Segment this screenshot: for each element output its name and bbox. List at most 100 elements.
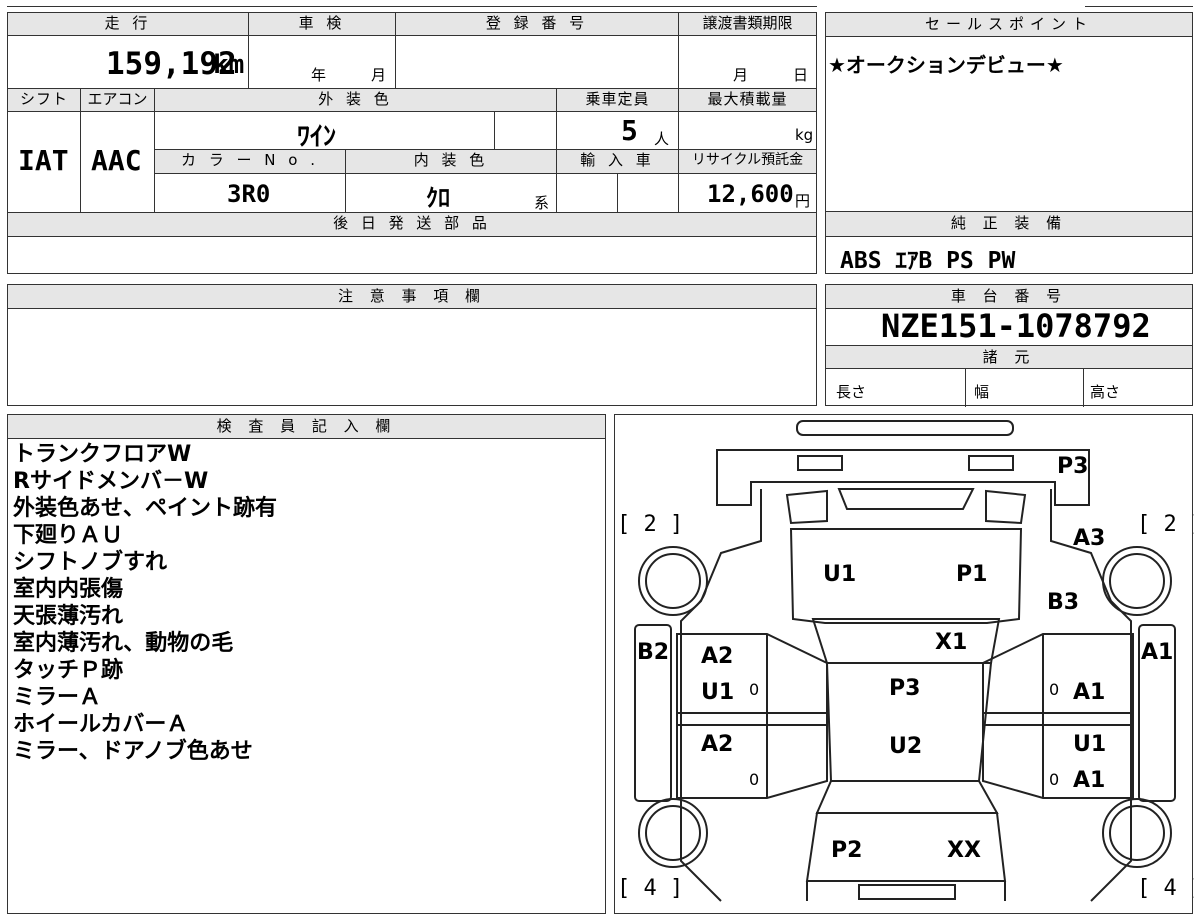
shift-cell: IAT bbox=[7, 111, 81, 213]
inspector-lines: トランクフロアW Rサイドメンバ－W 外装色あせ、ペイント跡有 下廻りＡＵ シフ… bbox=[13, 441, 277, 765]
interior-color-suffix: 系 bbox=[534, 194, 550, 212]
inspector-line: タッチＰ跡 bbox=[13, 658, 124, 683]
interior-color-value: ｸﾛ bbox=[426, 184, 450, 212]
color-no-label: カ ラ ー N o . bbox=[154, 149, 346, 174]
mileage-cell: 159,192 km bbox=[7, 35, 249, 89]
car-diagram: [ 2 ] [ 2 ] [ 4 ] [ 4 ] P3 U1 P1 A3 B3 X… bbox=[617, 420, 1194, 902]
later-parts-label: 後 日 発 送 部 品 bbox=[7, 212, 817, 237]
shaken-label: 車 検 bbox=[248, 12, 396, 36]
shaken-month: 月 bbox=[371, 66, 387, 84]
interior-color-label: 内 装 色 bbox=[345, 149, 557, 174]
spec-length: 長さ bbox=[826, 369, 966, 407]
sales-point-box: セールスポイント ★オークションデビュー★ bbox=[825, 12, 1193, 212]
ac-cell: AAC bbox=[80, 111, 155, 213]
inspector-line: ミラーＡ bbox=[13, 685, 102, 710]
recycle-label: リサイクル預託金 bbox=[678, 149, 817, 174]
transfer-month: 月 bbox=[733, 66, 749, 84]
interior-color-cell: ｸﾛ 系 bbox=[345, 173, 557, 213]
mark-roof: P3 bbox=[889, 676, 920, 701]
mark-roof-top: X1 bbox=[935, 630, 967, 655]
max-load-unit: kg bbox=[795, 126, 814, 144]
spec-length-label: 長さ bbox=[836, 383, 867, 401]
inspector-line: 室内内張傷 bbox=[13, 577, 124, 602]
shift-value: IAT bbox=[18, 144, 69, 177]
mark-hood-right: XX bbox=[947, 838, 981, 863]
color-no-cell: 3R0 bbox=[154, 173, 346, 213]
inspector-line: 外装色あせ、ペイント跡有 bbox=[13, 496, 278, 521]
exterior-color-value: ﾜｲﾝ bbox=[297, 122, 337, 152]
capacity-unit: 人 bbox=[654, 130, 670, 148]
car-diagram-box: [ 2 ] [ 2 ] [ 4 ] [ 4 ] P3 U1 P1 A3 B3 X… bbox=[614, 414, 1194, 914]
inspector-line: ホイールカバーＡ bbox=[13, 712, 189, 737]
mark-front-door-right-zero: 0 bbox=[1049, 770, 1059, 789]
registration-label: 登 録 番 号 bbox=[395, 12, 679, 36]
shift-label: シフト bbox=[7, 88, 81, 112]
chassis-label: 車 台 番 号 bbox=[826, 285, 1192, 309]
mark-rear-door-right-zero: 0 bbox=[1049, 680, 1059, 699]
sales-point-label: セールスポイント bbox=[826, 13, 1192, 37]
spec-label: 諸 元 bbox=[826, 345, 1192, 369]
shaken-cell: 年 月 bbox=[248, 35, 396, 89]
mark-rear-door-left-2: U1 bbox=[701, 680, 734, 705]
max-load-label: 最大積載量 bbox=[678, 88, 817, 112]
import-cell-1 bbox=[556, 173, 618, 213]
sales-point-text: ★オークションデビュー★ bbox=[828, 53, 1064, 77]
capacity-value: 5 bbox=[621, 114, 638, 147]
ac-value: AAC bbox=[91, 144, 142, 177]
import-cell-2 bbox=[617, 173, 679, 213]
mileage-unit: km bbox=[213, 50, 245, 80]
inspector-label: 検 査 員 記 入 欄 bbox=[8, 415, 605, 439]
mark-trunk-left: U1 bbox=[823, 562, 856, 587]
inspector-line: トランクフロアW bbox=[13, 442, 192, 467]
spec-height: 高さ bbox=[1084, 369, 1194, 407]
tire-rear-right-mark: [ 2 ] bbox=[1137, 512, 1194, 537]
mark-rear-door-left-zero: 0 bbox=[749, 680, 759, 699]
tire-front-right-mark: [ 4 ] bbox=[1137, 876, 1194, 901]
mark-left-side: B2 bbox=[637, 640, 669, 665]
import-label: 輸 入 車 bbox=[556, 149, 679, 174]
mark-front-door-left-zero: 0 bbox=[749, 770, 759, 789]
chassis-number: NZE151-1078792 bbox=[881, 307, 1151, 345]
mark-roof-low: U2 bbox=[889, 734, 922, 759]
mark-front-door-left: A2 bbox=[701, 732, 733, 757]
shaken-year: 年 bbox=[311, 66, 327, 84]
color-no-value: 3R0 bbox=[227, 180, 271, 208]
ac-label: エアコン bbox=[80, 88, 155, 112]
exterior-color-extra bbox=[494, 111, 557, 150]
inspector-line: 室内薄汚れ、動物の毛 bbox=[13, 631, 234, 656]
mark-rear-door-right: A1 bbox=[1073, 680, 1105, 705]
tire-front-left-mark: [ 4 ] bbox=[617, 876, 683, 901]
capacity-label: 乗車定員 bbox=[556, 88, 679, 112]
tire-rear-left-mark: [ 2 ] bbox=[617, 512, 683, 537]
recycle-cell: 12,600 円 bbox=[678, 173, 817, 213]
equipment-label: 純 正 装 備 bbox=[826, 212, 1192, 237]
mark-rear-door-left-1: A2 bbox=[701, 644, 733, 669]
recycle-unit: 円 bbox=[795, 192, 811, 210]
spec-height-label: 高さ bbox=[1090, 383, 1121, 401]
spec-width-label: 幅 bbox=[974, 383, 990, 401]
chassis-box: 車 台 番 号 NZE151-1078792 諸 元 長さ 幅 高さ bbox=[825, 284, 1194, 407]
transfer-cell: 月 日 bbox=[678, 35, 817, 89]
inspector-line: シフトノブすれ bbox=[13, 550, 168, 575]
transfer-day: 日 bbox=[793, 66, 809, 84]
mark-rear-quarter-right-a: A3 bbox=[1073, 526, 1105, 551]
later-parts-cell bbox=[7, 236, 817, 274]
mark-front-door-right-1: U1 bbox=[1073, 732, 1106, 757]
inspector-box: 検 査 員 記 入 欄 トランクフロアW Rサイドメンバ－W 外装色あせ、ペイン… bbox=[7, 414, 606, 914]
capacity-cell: 5 人 bbox=[556, 111, 679, 150]
notes-box: 注 意 事 項 欄 bbox=[7, 284, 817, 406]
inspector-line: 下廻りＡＵ bbox=[13, 523, 124, 548]
inspector-line: 天張薄汚れ bbox=[13, 604, 124, 629]
spec-width: 幅 bbox=[966, 369, 1084, 407]
mark-rear-quarter-right-b: B3 bbox=[1047, 590, 1079, 615]
inspector-line: ミラー、ドアノブ色あせ bbox=[13, 739, 253, 764]
notes-label: 注 意 事 項 欄 bbox=[8, 285, 816, 309]
recycle-value: 12,600 bbox=[707, 180, 794, 208]
mark-trunk-right: P1 bbox=[956, 562, 987, 587]
vehicle-info-table: 走 行 車 検 登 録 番 号 譲渡書類期限 159,192 km 年 月 月 … bbox=[7, 12, 817, 274]
mark-right-side: A1 bbox=[1141, 640, 1173, 665]
inspector-line: Rサイドメンバ－W bbox=[13, 469, 209, 494]
exterior-color-cell: ﾜｲﾝ bbox=[154, 111, 495, 152]
equipment-box: 純 正 装 備 ABS ｴｱB PS PW bbox=[825, 211, 1193, 274]
top-cutoff-row-right bbox=[1085, 0, 1193, 7]
